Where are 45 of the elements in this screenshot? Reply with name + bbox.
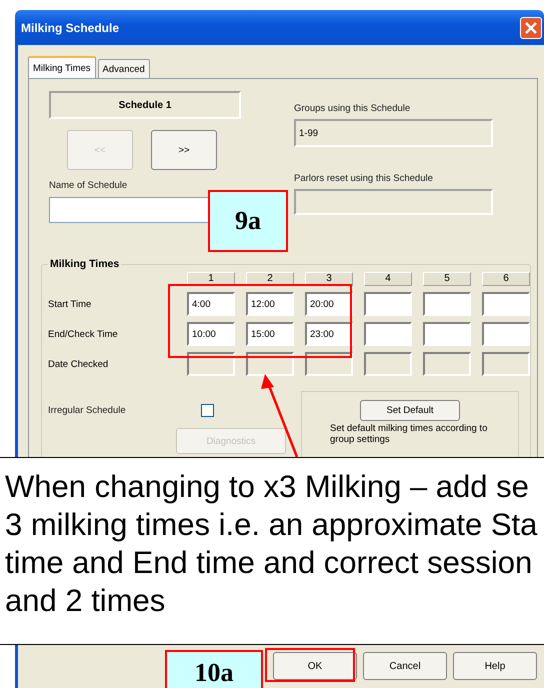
schedule-name-display: Schedule 1 [49, 91, 241, 119]
field-label: Parlors reset using this Schedule [294, 173, 434, 184]
time-field[interactable] [482, 292, 530, 316]
time-field[interactable] [482, 322, 530, 346]
time-field[interactable]: 20:00 [305, 292, 353, 316]
note-text: and 2 times [5, 582, 166, 620]
irregular-checkbox[interactable] [201, 404, 214, 417]
time-field[interactable] [423, 322, 471, 346]
row-label: End/Check Time [48, 328, 119, 342]
row-label: Start Time [48, 298, 92, 312]
column-header: 5 [423, 272, 471, 286]
schedule-name-field[interactable] [49, 197, 211, 223]
parlors-field[interactable] [294, 189, 493, 215]
field-label: Groups using this Schedule [294, 103, 412, 114]
time-field[interactable]: 4:00 [187, 292, 235, 316]
close-icon [525, 22, 537, 34]
checkbox-label: Irregular Schedule [48, 405, 127, 416]
close-button[interactable] [520, 16, 542, 38]
dialog-button[interactable]: Cancel [363, 652, 447, 680]
column-header: 4 [364, 272, 412, 286]
field-label: Name of Schedule [49, 180, 128, 191]
time-field[interactable] [423, 292, 471, 316]
note-text: When changing to x3 Milking – add se [5, 468, 529, 506]
groups-field[interactable]: 1-99 [294, 119, 493, 147]
set-default-description: Set default milking times according to group settings [330, 423, 488, 445]
set-default-button[interactable]: Set Default [360, 400, 460, 421]
column-header: 6 [482, 272, 530, 286]
time-field[interactable]: 10:00 [187, 322, 235, 346]
time-field[interactable]: 23:00 [305, 322, 353, 346]
note-text: time and End time and correct session [5, 544, 532, 582]
tab[interactable]: Advanced [98, 59, 150, 78]
window-title: Milking Schedule [21, 20, 120, 34]
time-field[interactable]: 12:00 [246, 292, 294, 316]
next-button[interactable]: >> [151, 130, 217, 170]
dialog-button[interactable]: OK [273, 652, 357, 680]
step-label: 10a [165, 650, 263, 688]
time-field[interactable] [364, 292, 412, 316]
dialog-button[interactable]: Help [453, 652, 537, 680]
group-title: Milking Times [49, 258, 120, 270]
tab[interactable]: Milking Times [28, 56, 96, 78]
row-label: Date Checked [48, 358, 110, 372]
time-field[interactable] [364, 322, 412, 346]
note-text: 3 milking times i.e. an approximate Sta [5, 506, 538, 544]
step-label: 9a [208, 190, 288, 252]
time-field[interactable]: 15:00 [246, 322, 294, 346]
